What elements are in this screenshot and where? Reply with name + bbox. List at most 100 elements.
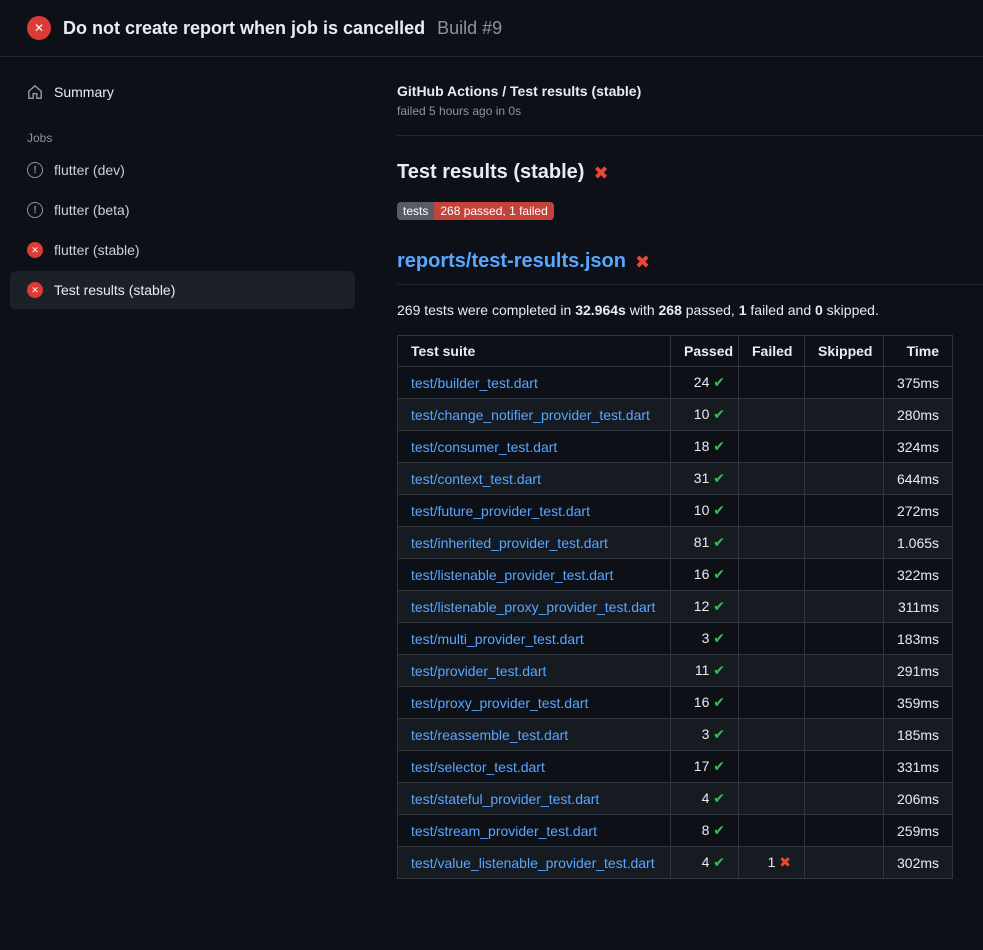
header-divider	[397, 135, 983, 136]
breadcrumb: GitHub Actions / Test results (stable)	[397, 83, 983, 99]
suite-link[interactable]: test/proxy_provider_test.dart	[411, 695, 588, 711]
table-row: test/future_provider_test.dart 10 ✔ 272m…	[398, 495, 953, 527]
skipped-cell	[805, 399, 884, 431]
suite-link[interactable]: test/stateful_provider_test.dart	[411, 791, 599, 807]
time-cell: 302ms	[884, 847, 953, 879]
time-cell: 322ms	[884, 559, 953, 591]
suite-link[interactable]: test/future_provider_test.dart	[411, 503, 590, 519]
check-icon: ✔	[713, 854, 725, 870]
suite-cell: test/provider_test.dart	[398, 655, 671, 687]
cross-mark-icon: ✖	[593, 164, 608, 182]
skipped-cell	[805, 815, 884, 847]
sidebar-job-item[interactable]: ✕ Test results (stable)	[10, 271, 355, 309]
passed-cell: 17 ✔	[671, 751, 739, 783]
passed-cell: 12 ✔	[671, 591, 739, 623]
jobs-sidebar: Summary Jobs ! flutter (dev) ! flutter (…	[0, 57, 365, 949]
check-icon: ✔	[713, 790, 725, 806]
passed-cell: 24 ✔	[671, 367, 739, 399]
col-header-passed: Passed	[671, 336, 739, 367]
suite-link[interactable]: test/context_test.dart	[411, 471, 541, 487]
report-heading: reports/test-results.json ✖	[397, 250, 983, 285]
passed-cell: 3 ✔	[671, 719, 739, 751]
skipped-cell	[805, 495, 884, 527]
test-results-table: Test suite Passed Failed Skipped Time te…	[397, 335, 953, 879]
table-row: test/stream_provider_test.dart 8 ✔ 259ms	[398, 815, 953, 847]
suite-link[interactable]: test/multi_provider_test.dart	[411, 631, 584, 647]
failed-cell: 1 ✖	[739, 847, 805, 879]
table-row: test/builder_test.dart 24 ✔ 375ms	[398, 367, 953, 399]
x-circle-fill-icon: ✕	[27, 16, 51, 40]
job-label: flutter (dev)	[54, 162, 125, 178]
suite-cell: test/builder_test.dart	[398, 367, 671, 399]
suite-cell: test/consumer_test.dart	[398, 431, 671, 463]
suite-link[interactable]: test/provider_test.dart	[411, 663, 546, 679]
suite-link[interactable]: test/value_listenable_provider_test.dart	[411, 855, 655, 871]
failed-cell	[739, 495, 805, 527]
skipped-cell	[805, 847, 884, 879]
job-label: Test results (stable)	[54, 282, 175, 298]
col-header-time: Time	[884, 336, 953, 367]
table-row: test/listenable_provider_test.dart 16 ✔ …	[398, 559, 953, 591]
passed-cell: 8 ✔	[671, 815, 739, 847]
sidebar-job-item[interactable]: ! flutter (beta)	[10, 191, 355, 229]
skipped-cell	[805, 367, 884, 399]
suite-link[interactable]: test/reassemble_test.dart	[411, 727, 568, 743]
failed-cell	[739, 559, 805, 591]
time-cell: 1.065s	[884, 527, 953, 559]
badge-value: 268 passed, 1 failed	[434, 202, 553, 220]
skipped-cell	[805, 623, 884, 655]
check-icon: ✔	[713, 662, 725, 678]
suite-link[interactable]: test/change_notifier_provider_test.dart	[411, 407, 650, 423]
suite-cell: test/multi_provider_test.dart	[398, 623, 671, 655]
suite-link[interactable]: test/builder_test.dart	[411, 375, 538, 391]
suite-link[interactable]: test/consumer_test.dart	[411, 439, 557, 455]
skipped-cell	[805, 559, 884, 591]
time-cell: 185ms	[884, 719, 953, 751]
check-icon: ✔	[713, 406, 725, 422]
time-cell: 183ms	[884, 623, 953, 655]
skipped-cell	[805, 687, 884, 719]
time-cell: 206ms	[884, 783, 953, 815]
check-icon: ✔	[713, 502, 725, 518]
suite-link[interactable]: test/listenable_provider_test.dart	[411, 567, 613, 583]
suite-cell: test/change_notifier_provider_test.dart	[398, 399, 671, 431]
passed-cell: 16 ✔	[671, 687, 739, 719]
sidebar-job-item[interactable]: ✕ flutter (stable)	[10, 231, 355, 269]
time-cell: 311ms	[884, 591, 953, 623]
table-row: test/stateful_provider_test.dart 4 ✔ 206…	[398, 783, 953, 815]
jobs-section-label: Jobs	[27, 131, 365, 145]
failed-cell	[739, 783, 805, 815]
passed-cell: 10 ✔	[671, 399, 739, 431]
check-icon: ✔	[713, 630, 725, 646]
table-row: test/inherited_provider_test.dart 81 ✔ 1…	[398, 527, 953, 559]
check-icon: ✔	[713, 470, 725, 486]
sidebar-job-item[interactable]: ! flutter (dev)	[10, 151, 355, 189]
suite-link[interactable]: test/selector_test.dart	[411, 759, 545, 775]
table-row: test/consumer_test.dart 18 ✔ 324ms	[398, 431, 953, 463]
time-cell: 324ms	[884, 431, 953, 463]
table-row: test/selector_test.dart 17 ✔ 331ms	[398, 751, 953, 783]
table-header-row: Test suite Passed Failed Skipped Time	[398, 336, 953, 367]
passed-cell: 81 ✔	[671, 527, 739, 559]
failed-cell	[739, 655, 805, 687]
check-icon: ✔	[713, 694, 725, 710]
table-row: test/value_listenable_provider_test.dart…	[398, 847, 953, 879]
skipped-cell	[805, 591, 884, 623]
failed-cell	[739, 367, 805, 399]
x-icon: ✖	[779, 854, 791, 870]
skipped-cell	[805, 751, 884, 783]
suite-cell: test/listenable_provider_test.dart	[398, 559, 671, 591]
suite-link[interactable]: test/listenable_proxy_provider_test.dart	[411, 599, 655, 615]
suite-cell: test/future_provider_test.dart	[398, 495, 671, 527]
check-icon: ✔	[713, 726, 725, 742]
failed-cell	[739, 623, 805, 655]
check-icon: ✔	[713, 822, 725, 838]
suite-link[interactable]: test/inherited_provider_test.dart	[411, 535, 608, 551]
suite-link[interactable]: test/stream_provider_test.dart	[411, 823, 597, 839]
skipped-cell	[805, 431, 884, 463]
report-file-link[interactable]: reports/test-results.json	[397, 250, 626, 273]
suite-cell: test/value_listenable_provider_test.dart	[398, 847, 671, 879]
time-cell: 291ms	[884, 655, 953, 687]
sidebar-item-summary[interactable]: Summary	[10, 75, 355, 109]
check-icon: ✔	[713, 438, 725, 454]
